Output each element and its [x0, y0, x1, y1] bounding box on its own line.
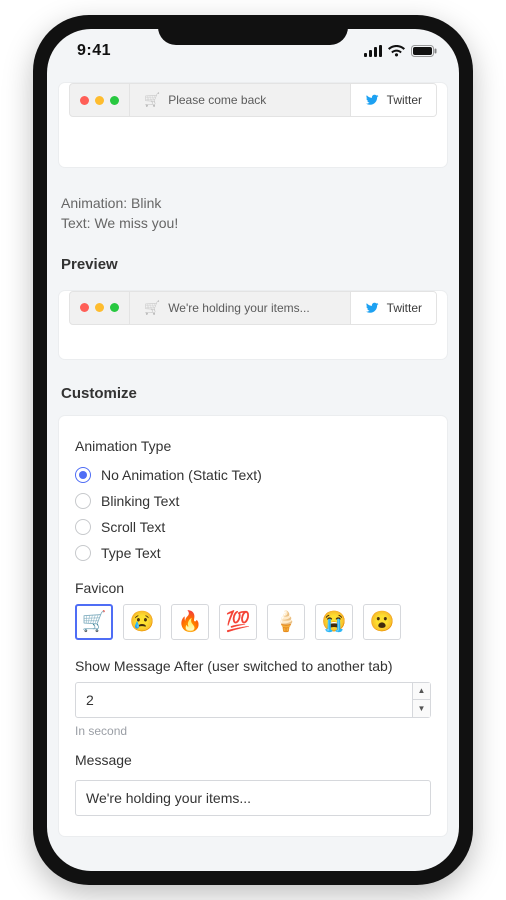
- traffic-red-icon: [80, 96, 89, 105]
- traffic-lights: [70, 292, 129, 324]
- active-tab-title: We're holding your items...: [168, 301, 309, 315]
- other-tab-label: Twitter: [387, 93, 422, 107]
- browser-tabs-1: 🛒 Please come back Twitter: [69, 83, 437, 117]
- radio-label: Scroll Text: [101, 519, 165, 535]
- stepper-up[interactable]: ▲: [412, 683, 430, 701]
- content-scroll[interactable]: 🛒 Please come back Twitter Animation: Bl…: [47, 73, 459, 871]
- favicon-option-0[interactable]: 🛒: [75, 604, 113, 640]
- label-favicon: Favicon: [75, 580, 431, 596]
- section-title-customize: Customize: [55, 371, 451, 410]
- other-tab-label: Twitter: [387, 301, 422, 315]
- traffic-lights: [70, 84, 129, 116]
- label-show-after: Show Message After (user switched to ano…: [75, 658, 431, 674]
- stepper-down[interactable]: ▼: [412, 700, 430, 717]
- radio-label: Blinking Text: [101, 493, 179, 509]
- animation-option-0[interactable]: No Animation (Static Text): [75, 462, 431, 488]
- caption-text: Text: We miss you!: [61, 213, 445, 233]
- animation-option-3[interactable]: Type Text: [75, 540, 431, 566]
- favicon-option-4[interactable]: 🍦: [267, 604, 305, 640]
- traffic-red-icon: [80, 303, 89, 312]
- favicon-option-1[interactable]: 😢: [123, 604, 161, 640]
- label-message: Message: [75, 752, 431, 768]
- traffic-green-icon: [110, 303, 119, 312]
- radio-icon: [75, 545, 91, 561]
- radio-icon: [75, 493, 91, 509]
- traffic-yellow-icon: [95, 303, 104, 312]
- animation-radio-group: No Animation (Static Text) Blinking Text S…: [75, 462, 431, 566]
- preview-body-2: [59, 325, 447, 359]
- show-after-input[interactable]: [75, 682, 431, 718]
- browser-tabs-2: 🛒 We're holding your items... Twitter: [69, 291, 437, 325]
- active-tab-title: Please come back: [168, 93, 266, 107]
- traffic-green-icon: [110, 96, 119, 105]
- caption-animation: Animation: Blink: [61, 193, 445, 213]
- twitter-icon: [365, 301, 379, 315]
- cart-icon: 🛒: [144, 300, 160, 316]
- preview-card-2: 🛒 We're holding your items... Twitter: [59, 291, 447, 359]
- hint-in-second: In second: [75, 724, 431, 738]
- favicon-option-5[interactable]: 😭: [315, 604, 353, 640]
- preview-caption: Animation: Blink Text: We miss you!: [55, 179, 451, 242]
- favicon-option-3[interactable]: 💯: [219, 604, 257, 640]
- label-animation-type: Animation Type: [75, 438, 431, 454]
- signal-icon: [364, 45, 382, 57]
- animation-option-1[interactable]: Blinking Text: [75, 488, 431, 514]
- battery-icon: [411, 45, 437, 57]
- customize-card: Animation Type No Animation (Static Text…: [59, 416, 447, 836]
- phone-frame: 9:41 �: [33, 15, 473, 885]
- wifi-icon: [388, 45, 405, 57]
- preview-body-1: [59, 117, 447, 167]
- active-tab-2: 🛒 We're holding your items...: [129, 292, 350, 324]
- twitter-icon: [365, 93, 379, 107]
- other-tab-twitter-2: Twitter: [350, 292, 436, 324]
- show-after-wrapper: ▲ ▼: [75, 682, 431, 718]
- active-tab-1: 🛒 Please come back: [129, 84, 350, 116]
- message-input[interactable]: [75, 780, 431, 816]
- show-after-stepper: ▲ ▼: [412, 683, 430, 717]
- radio-label: No Animation (Static Text): [101, 467, 262, 483]
- status-time: 9:41: [77, 42, 111, 60]
- radio-icon: [75, 519, 91, 535]
- traffic-yellow-icon: [95, 96, 104, 105]
- favicon-picker: 🛒 😢 🔥 💯 🍦 😭 😮: [75, 604, 431, 640]
- cart-icon: 🛒: [144, 92, 160, 108]
- animation-option-2[interactable]: Scroll Text: [75, 514, 431, 540]
- other-tab-twitter-1: Twitter: [350, 84, 436, 116]
- radio-label: Type Text: [101, 545, 161, 561]
- favicon-option-2[interactable]: 🔥: [171, 604, 209, 640]
- section-title-preview: Preview: [55, 242, 451, 281]
- screen: 9:41 �: [47, 29, 459, 871]
- status-indicators: [364, 45, 437, 57]
- device-notch: [158, 15, 348, 45]
- radio-icon: [75, 467, 91, 483]
- preview-card-1: 🛒 Please come back Twitter: [59, 83, 447, 167]
- favicon-option-6[interactable]: 😮: [363, 604, 401, 640]
